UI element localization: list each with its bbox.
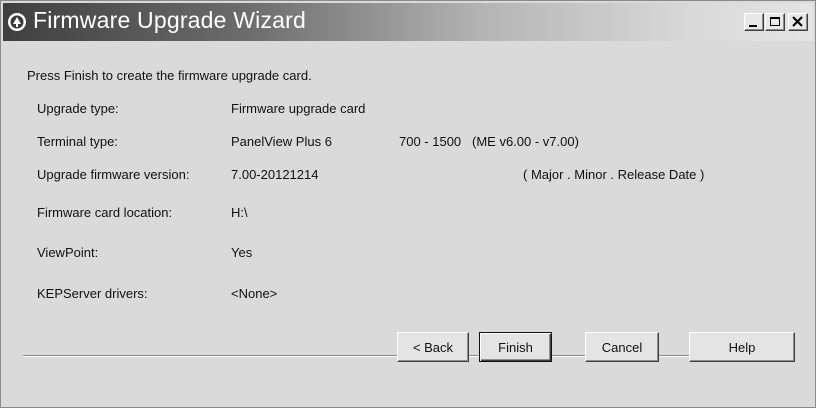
upgrade-type-label: Upgrade type: [37, 101, 119, 116]
card-location-value: H:\ [231, 205, 248, 220]
maximize-button[interactable] [765, 13, 785, 31]
terminal-type-label: Terminal type: [37, 134, 118, 149]
viewpoint-value: Yes [231, 245, 253, 260]
help-button[interactable]: Help [689, 332, 795, 362]
terminal-type-range: 700 - 1500 (ME v6.00 - v7.00) [399, 134, 579, 149]
instruction-text: Press Finish to create the firmware upgr… [27, 68, 312, 83]
card-location-label: Firmware card location: [37, 205, 173, 220]
firmware-version-format-hint: ( Major . Minor . Release Date ) [523, 167, 705, 182]
minimize-button[interactable] [744, 13, 764, 31]
viewpoint-label: ViewPoint: [37, 245, 99, 260]
app-icon [7, 12, 27, 32]
firmware-version-value: 7.00-20121214 [231, 167, 319, 182]
finish-button[interactable]: Finish [479, 332, 552, 362]
kepserver-drivers-value: <None> [231, 286, 278, 301]
firmware-upgrade-wizard-window: Firmware Upgrade Wizard Press Finish to … [0, 0, 816, 408]
terminal-type-value: PanelView Plus 6 [231, 134, 332, 149]
close-icon [792, 16, 803, 27]
minimize-icon [749, 25, 757, 27]
upgrade-type-value: Firmware upgrade card [231, 101, 366, 116]
title-bar[interactable]: Firmware Upgrade Wizard [3, 3, 813, 41]
cancel-button[interactable]: Cancel [585, 332, 659, 362]
firmware-version-label: Upgrade firmware version: [37, 167, 190, 182]
window-title: Firmware Upgrade Wizard [33, 7, 306, 33]
back-button[interactable]: < Back [397, 332, 469, 362]
kepserver-drivers-label: KEPServer drivers: [37, 286, 148, 301]
maximize-icon [770, 17, 780, 26]
close-button[interactable] [788, 13, 808, 31]
